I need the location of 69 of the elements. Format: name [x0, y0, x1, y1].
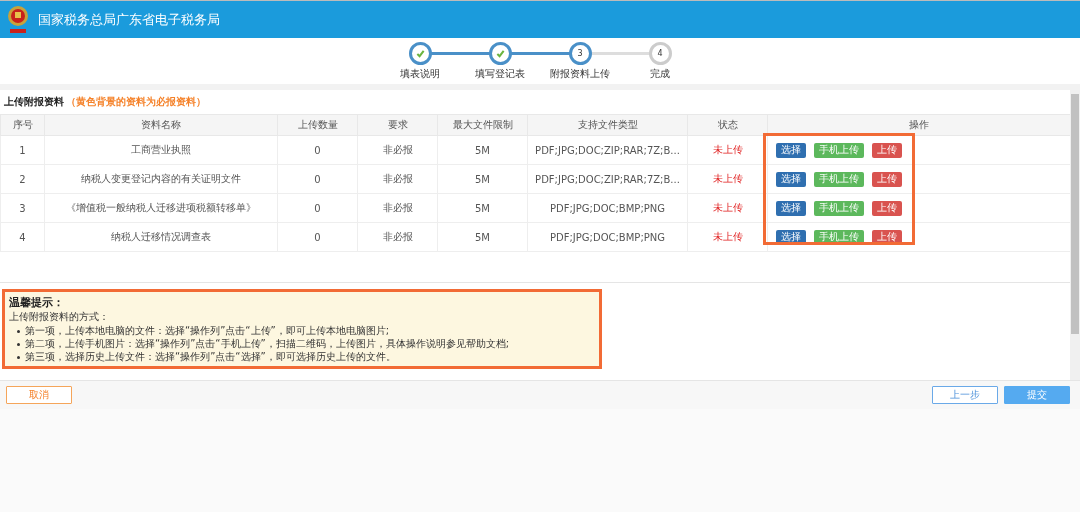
table-cell: PDF;JPG;DOC;ZIP;RAR;7Z;B... — [527, 135, 688, 165]
cancel-button[interactable]: 取消 — [6, 386, 72, 404]
check-icon — [495, 49, 505, 58]
select-button[interactable]: 选择 — [776, 200, 806, 216]
column-header: 要求 — [357, 114, 438, 136]
table-cell: 5M — [437, 135, 528, 165]
column-header: 操作 — [767, 114, 1071, 136]
column-header: 状态 — [687, 114, 768, 136]
table-cell: 0 — [277, 222, 358, 252]
select-button[interactable]: 选择 — [776, 142, 806, 158]
site-title: 国家税务总局广东省电子税务局 — [38, 10, 220, 29]
mobile-upload-button[interactable]: 手机上传 — [814, 200, 864, 216]
table-cell: 纳税人变更登记内容的有关证明文件 — [44, 164, 278, 194]
table-cell: 4 — [0, 222, 45, 252]
scrollbar[interactable] — [1070, 90, 1080, 380]
table-cell: 0 — [277, 164, 358, 194]
table-cell: PDF;JPG;DOC;BMP;PNG — [527, 222, 688, 252]
emblem-logo — [6, 3, 30, 36]
section-title: 上传附报资料 — [4, 95, 64, 109]
bullet-icon — [17, 356, 20, 359]
step-label: 填写登记表 — [475, 67, 525, 81]
mobile-upload-button[interactable]: 手机上传 — [814, 142, 864, 158]
column-header: 上传数量 — [277, 114, 358, 136]
table-cell: 非必报 — [357, 135, 438, 165]
step-circle: 3 — [568, 42, 592, 65]
table-cell: 《增值税一般纳税人迁移进项税额转移单》 — [44, 193, 278, 223]
check-icon — [415, 49, 425, 58]
table-cell: 非必报 — [357, 222, 438, 252]
table-cell: 5M — [437, 193, 528, 223]
status-cell: 未上传 — [687, 164, 768, 194]
column-header: 最大文件限制 — [437, 114, 528, 136]
status-cell: 未上传 — [687, 222, 768, 252]
back-button[interactable]: 上一步 — [932, 386, 998, 404]
submit-button[interactable]: 提交 — [1004, 386, 1070, 404]
tips-intro: 上传附报资料的方式： — [9, 310, 110, 324]
tip-text: 第二项，上传手机图片：选择“操作列”点击“手机上传”，扫描二维码，上传图片，具体操作说明参见帮助文档; — [25, 338, 510, 350]
table-cell: 0 — [277, 135, 358, 165]
table-cell: 2 — [0, 164, 45, 194]
table-cell: 非必报 — [357, 164, 438, 194]
bullet-icon — [17, 330, 20, 333]
step-label: 附报资料上传 — [550, 67, 610, 81]
step-label: 填表说明 — [400, 67, 440, 81]
tips-title: 温馨提示： — [9, 295, 65, 310]
column-header: 支持文件类型 — [527, 114, 688, 136]
status-cell: 未上传 — [687, 193, 768, 223]
tip-text: 第一项，上传本地电脑的文件：选择“操作列”点击“上传”，即可上传本地电脑图片; — [25, 325, 390, 337]
table-cell: 工商营业执照 — [44, 135, 278, 165]
table-cell: 非必报 — [357, 193, 438, 223]
tip-text: 第三项，选择历史上传文件：选择“操作列”点击“选择”，即可选择历史上传的文件。 — [25, 351, 396, 363]
column-header: 序号 — [0, 114, 45, 136]
table-cell: 纳税人迁移情况调查表 — [44, 222, 278, 252]
table-cell: 3 — [0, 193, 45, 223]
table-cell: 5M — [437, 222, 528, 252]
table-cell: PDF;JPG;DOC;ZIP;RAR;7Z;B... — [527, 164, 688, 194]
step-circle: 4 — [648, 42, 672, 65]
status-cell: 未上传 — [687, 135, 768, 165]
step-label: 完成 — [650, 67, 670, 81]
table-cell: 1 — [0, 135, 45, 165]
section-note: （黄色背景的资料为必报资料） — [66, 95, 206, 109]
upload-button[interactable]: 上传 — [872, 200, 902, 216]
table-cell: 5M — [437, 164, 528, 194]
upload-button[interactable]: 上传 — [872, 171, 902, 187]
table-cell: 0 — [277, 193, 358, 223]
column-header: 资料名称 — [44, 114, 278, 136]
select-button[interactable]: 选择 — [776, 171, 806, 187]
bullet-icon — [17, 343, 20, 346]
mobile-upload-button[interactable]: 手机上传 — [814, 171, 864, 187]
table-cell: PDF;JPG;DOC;BMP;PNG — [527, 193, 688, 223]
upload-button[interactable]: 上传 — [872, 142, 902, 158]
